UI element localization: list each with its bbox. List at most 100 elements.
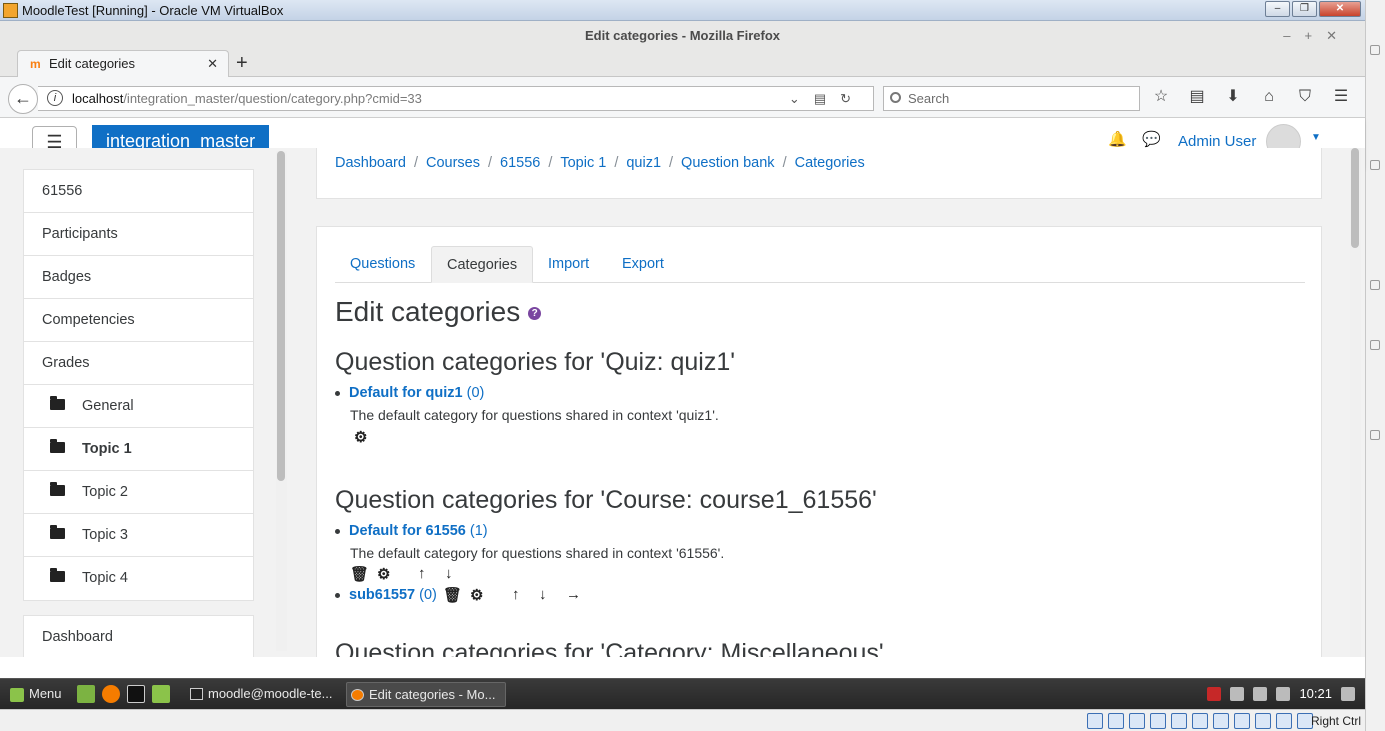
edit-gear-icon[interactable]: ⚙ — [470, 586, 497, 604]
minimize-icon[interactable]: ‒ — [1265, 1, 1290, 17]
move-down-arrow-icon[interactable]: ↓ — [445, 565, 472, 583]
drawer-scrollbar[interactable] — [276, 151, 287, 651]
tab-import[interactable]: Import — [533, 246, 604, 283]
browser-tab[interactable]: m Edit categories ✕ — [17, 50, 229, 78]
firefox-window-controls[interactable]: –+✕ — [1283, 21, 1351, 50]
guest-taskbar: Menu moodle@moodle-te... Edit categories… — [0, 678, 1365, 709]
move-right-arrow-icon[interactable]: → — [566, 586, 593, 604]
breadcrumb-item[interactable]: Courses — [426, 155, 480, 171]
drawer-item[interactable]: 61556 — [24, 170, 253, 213]
battery-icon[interactable] — [1276, 686, 1291, 701]
scrollbar-thumb[interactable] — [1351, 148, 1359, 248]
volume-icon[interactable] — [1341, 686, 1355, 701]
breadcrumb-item[interactable]: Question bank — [681, 155, 775, 171]
delete-trash-icon[interactable]: 🗑 — [443, 586, 470, 604]
toolbar-icons: ☆ ▤ ⬇ ⌂ ⛉ ☰ — [1150, 85, 1352, 109]
bookmark-star-icon[interactable]: ☆ — [1150, 85, 1172, 109]
notification-bell-icon[interactable]: 🔔 — [1108, 130, 1127, 148]
tab-questions[interactable]: Questions — [335, 246, 430, 283]
delete-trash-icon[interactable]: 🗑 — [350, 565, 377, 583]
mouse-integration-icon[interactable] — [1276, 713, 1292, 729]
folder-icon — [50, 482, 65, 496]
category-description: The default category for questions share… — [350, 407, 719, 423]
usb-icon[interactable] — [1171, 713, 1187, 729]
clock[interactable]: 10:21 — [1299, 686, 1332, 701]
reading-list-icon[interactable]: ▤ — [1186, 85, 1208, 109]
move-up-arrow-icon[interactable]: ↑ — [512, 586, 539, 604]
terminal-launcher-icon[interactable] — [127, 685, 145, 703]
move-down-arrow-icon[interactable]: ↓ — [539, 586, 566, 604]
mint-logo-icon — [10, 687, 24, 702]
category-link[interactable]: Default for 61556 (1) — [349, 523, 488, 539]
host-desktop-strip — [1365, 0, 1385, 731]
help-icon[interactable]: ? — [528, 307, 542, 321]
new-tab-icon[interactable]: + — [236, 51, 248, 75]
messages-icon[interactable]: 💬 — [1142, 130, 1161, 148]
optical-drive-icon[interactable] — [1108, 713, 1124, 729]
moodle-favicon-icon: m — [30, 57, 41, 71]
start-menu-button[interactable]: Menu — [10, 686, 62, 702]
category-item: sub61557 (0) — [335, 587, 437, 603]
drawer-item[interactable]: Badges — [24, 256, 253, 299]
breadcrumb-separator: / — [614, 155, 619, 171]
drawer-item-section[interactable]: General — [24, 385, 253, 428]
category-link[interactable]: Default for quiz1 (0) — [349, 385, 484, 401]
close-icon[interactable]: ✕ — [1319, 1, 1361, 17]
drawer-item-section[interactable]: Topic 1 — [24, 428, 253, 471]
tab-categories[interactable]: Categories — [431, 246, 534, 283]
drawer-item[interactable]: Competencies — [24, 299, 253, 342]
drawer-item[interactable]: Grades — [24, 342, 253, 385]
site-info-icon[interactable]: i — [47, 90, 63, 106]
download-icon[interactable]: ⬇ — [1222, 85, 1244, 109]
category-link[interactable]: sub61557 (0) — [349, 587, 437, 603]
url-bar-actions[interactable]: ⌄▤↻ — [789, 87, 865, 110]
drawer-item-section[interactable]: Topic 4 — [24, 557, 253, 600]
virtualbox-status-bar: Right Ctrl — [0, 709, 1365, 731]
drawer-item-section[interactable]: Topic 2 — [24, 471, 253, 514]
back-arrow-icon[interactable]: ← — [8, 84, 38, 114]
page-scrollbar[interactable] — [1350, 148, 1361, 657]
drawer-item-section[interactable]: Topic 3 — [24, 514, 253, 557]
shared-folders-icon[interactable] — [1192, 713, 1208, 729]
maximize-icon[interactable]: ❐ — [1292, 1, 1317, 17]
browser-search-input[interactable]: Search — [883, 86, 1140, 111]
user-icon[interactable] — [1230, 686, 1245, 701]
breadcrumb-item[interactable]: Categories — [795, 155, 865, 171]
taskbar-firefox-task[interactable]: Edit categories - Mo... — [346, 682, 506, 707]
breadcrumb-item[interactable]: Dashboard — [335, 155, 406, 171]
category-item: Default for quiz1 (0) — [335, 385, 484, 401]
menu-hamburger-icon[interactable]: ☰ — [1330, 85, 1352, 109]
category-actions: ⚙ — [354, 428, 381, 446]
network-icon[interactable] — [1253, 686, 1268, 701]
show-desktop-icon[interactable] — [77, 685, 95, 703]
shield-icon[interactable] — [1207, 686, 1222, 701]
home-icon[interactable]: ⌂ — [1258, 85, 1280, 109]
files-launcher-icon[interactable] — [152, 685, 170, 703]
taskbar-terminal-task[interactable]: moodle@moodle-te... — [186, 682, 341, 707]
chevron-down-icon[interactable]: ▼ — [1311, 132, 1321, 143]
breadcrumb-separator: / — [782, 155, 787, 171]
category-actions: 🗑 ⚙ ↑ ↓ — [350, 565, 472, 583]
tab-close-icon[interactable]: ✕ — [207, 51, 218, 77]
tab-export[interactable]: Export — [607, 246, 679, 283]
video-capture-icon[interactable] — [1234, 713, 1250, 729]
edit-gear-icon[interactable]: ⚙ — [377, 565, 404, 583]
url-bar[interactable]: i localhost/integration_master/question/… — [38, 86, 874, 111]
breadcrumb-item[interactable]: 61556 — [500, 155, 540, 171]
firefox-launcher-icon[interactable] — [102, 685, 120, 703]
breadcrumb-item[interactable]: Topic 1 — [560, 155, 606, 171]
display-icon[interactable] — [1213, 713, 1229, 729]
drawer-item-dashboard[interactable]: Dashboard — [24, 616, 253, 657]
pocket-icon[interactable]: ⛉ — [1294, 85, 1316, 109]
virtualization-icon[interactable] — [1255, 713, 1271, 729]
hard-disk-icon[interactable] — [1087, 713, 1103, 729]
terminal-icon — [190, 688, 203, 700]
breadcrumb-item[interactable]: quiz1 — [626, 155, 661, 171]
move-up-arrow-icon[interactable]: ↑ — [418, 565, 445, 583]
drawer-item[interactable]: Participants — [24, 213, 253, 256]
audio-icon[interactable] — [1129, 713, 1145, 729]
scrollbar-thumb[interactable] — [277, 151, 285, 481]
network-adapter-icon[interactable] — [1150, 713, 1166, 729]
url-host: localhost — [72, 91, 124, 106]
edit-gear-icon[interactable]: ⚙ — [354, 428, 381, 446]
